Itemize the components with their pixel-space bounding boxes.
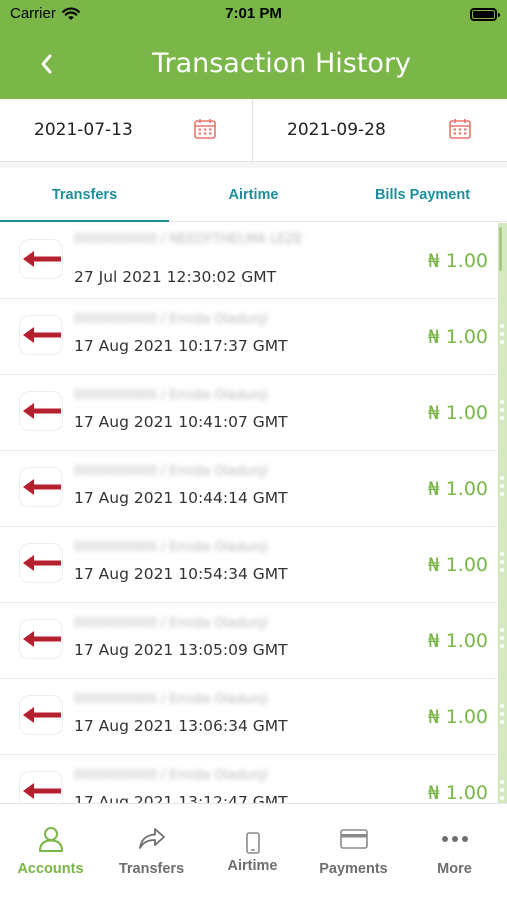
transaction-amount: ₦ 1.00: [427, 250, 488, 272]
tab-airtime[interactable]: Airtime: [169, 168, 338, 222]
transaction-date: 17 Aug 2021 13:06:34 GMT: [74, 717, 288, 735]
nav-more-label: More: [437, 861, 472, 877]
transaction-row[interactable]: 0000000000 / Emida Oladunji 17 Aug 2021 …: [0, 451, 497, 527]
recipient-name: 0000000000 / Emida Oladunji: [74, 540, 268, 555]
scroll-dots: [500, 552, 504, 576]
nav-payments-label: Payments: [319, 861, 388, 877]
nav-more[interactable]: More: [404, 804, 505, 900]
scroll-dots: [500, 476, 504, 500]
list-scrollbar[interactable]: [498, 223, 507, 803]
recipient-name: 0000000000 / Emida Oladunji: [74, 464, 268, 479]
nav-bar: Transaction History: [0, 40, 507, 88]
nav-transfers-label: Transfers: [118, 861, 185, 877]
transaction-amount: ₦ 1.00: [427, 706, 488, 728]
battery-icon: [470, 8, 500, 21]
scrollbar-thumb[interactable]: [499, 227, 502, 271]
transfer-direction-badge: [19, 543, 63, 583]
transaction-date: 17 Aug 2021 13:05:09 GMT: [74, 641, 288, 659]
scroll-dots: [500, 704, 504, 728]
transfer-direction-badge: [19, 695, 63, 735]
tab-transfers[interactable]: Transfers: [0, 168, 169, 222]
start-date-value: 2021-07-13: [34, 120, 133, 140]
arrow-left-icon: [23, 403, 61, 419]
nav-accounts[interactable]: Accounts: [0, 804, 101, 900]
transaction-amount: ₦ 1.00: [427, 554, 488, 576]
transaction-row[interactable]: 0000000000 / Emida Oladunji 17 Aug 2021 …: [0, 679, 497, 755]
recipient-name: 0000000000 / Emida Oladunji: [74, 616, 268, 631]
nav-accounts-label: Accounts: [17, 861, 84, 877]
transfer-direction-badge: [19, 619, 63, 659]
nav-airtime-label: Airtime: [227, 858, 278, 874]
transaction-history-screen: Carrier 7:01 PM Transaction History 2021…: [0, 0, 507, 900]
transaction-date: 17 Aug 2021 10:54:34 GMT: [74, 565, 288, 583]
nav-transfers[interactable]: Transfers: [101, 804, 202, 900]
nav-payments[interactable]: Payments: [303, 804, 404, 900]
status-time: 7:01 PM: [225, 5, 282, 22]
page-title: Transaction History: [151, 48, 412, 79]
arrow-left-icon: [23, 631, 61, 647]
transaction-tabs: Transfers Airtime Bills Payment: [0, 168, 507, 222]
scroll-dots: [500, 324, 504, 348]
phone-icon: [245, 832, 260, 854]
bottom-tab-bar: Accounts Transfers Airtime Payments More: [0, 803, 507, 900]
start-date-field[interactable]: 2021-07-13: [0, 99, 253, 161]
arrow-left-icon: [23, 251, 61, 267]
nav-airtime[interactable]: Airtime: [202, 804, 303, 900]
active-tab-indicator: [0, 220, 169, 222]
transaction-date: 17 Aug 2021 10:44:14 GMT: [74, 489, 288, 507]
person-icon: [38, 827, 63, 852]
transaction-date: 17 Aug 2021 10:17:37 GMT: [74, 337, 288, 355]
transfer-direction-badge: [19, 239, 63, 279]
transaction-date: 27 Jul 2021 12:30:02 GMT: [74, 268, 277, 286]
arrow-left-icon: [23, 555, 61, 571]
calendar-icon[interactable]: [449, 118, 471, 139]
card-icon: [339, 829, 368, 849]
transaction-amount: ₦ 1.00: [427, 782, 488, 803]
transaction-date: 17 Aug 2021 10:41:07 GMT: [74, 413, 288, 431]
transfer-direction-badge: [19, 315, 63, 355]
arrow-left-icon: [23, 707, 61, 723]
transfer-direction-badge: [19, 467, 63, 507]
app-header: Carrier 7:01 PM Transaction History: [0, 0, 507, 99]
share-arrow-icon: [138, 828, 165, 849]
transaction-row[interactable]: 0000000000 / Emida Oladunji 17 Aug 2021 …: [0, 299, 497, 375]
scroll-dots: [500, 780, 504, 804]
calendar-icon[interactable]: [194, 118, 216, 139]
end-date-field[interactable]: 2021-09-28: [254, 99, 507, 161]
transaction-row[interactable]: 0000000000 / NEEDYTHELMA LEZE 27 Jul 202…: [0, 223, 497, 299]
recipient-name: 0000000000 / Emida Oladunji: [74, 312, 268, 327]
transaction-row[interactable]: 0000000000 / Emida Oladunji 17 Aug 2021 …: [0, 755, 497, 803]
recipient-name: 0000000000 / Emida Oladunji: [74, 692, 268, 707]
transfer-direction-badge: [19, 771, 63, 803]
transaction-row[interactable]: 0000000000 / Emida Oladunji 17 Aug 2021 …: [0, 375, 497, 451]
date-filter-row: 2021-07-13 2021-09-28: [0, 99, 507, 162]
recipient-name: 0000000000 / Emida Oladunji: [74, 768, 268, 783]
status-bar: Carrier 7:01 PM: [0, 0, 507, 30]
arrow-left-icon: [23, 327, 61, 343]
recipient-name: 0000000000 / Emida Oladunji: [74, 388, 268, 403]
scroll-dots: [500, 400, 504, 424]
transaction-amount: ₦ 1.00: [427, 630, 488, 652]
end-date-value: 2021-09-28: [287, 120, 386, 140]
transaction-date: 17 Aug 2021 13:12:47 GMT: [74, 793, 288, 803]
transaction-amount: ₦ 1.00: [427, 326, 488, 348]
transaction-amount: ₦ 1.00: [427, 478, 488, 500]
scroll-dots: [500, 628, 504, 652]
transaction-amount: ₦ 1.00: [427, 402, 488, 424]
transaction-list[interactable]: 0000000000 / NEEDYTHELMA LEZE 27 Jul 202…: [0, 223, 507, 803]
transaction-row[interactable]: 0000000000 / Emida Oladunji 17 Aug 2021 …: [0, 527, 497, 603]
tab-bills-payment[interactable]: Bills Payment: [338, 168, 507, 222]
more-dots-icon: [441, 836, 468, 842]
arrow-left-icon: [23, 783, 61, 799]
arrow-left-icon: [23, 479, 61, 495]
transfer-direction-badge: [19, 391, 63, 431]
transaction-row[interactable]: 0000000000 / Emida Oladunji 17 Aug 2021 …: [0, 603, 497, 679]
recipient-name: 0000000000 / NEEDYTHELMA LEZE: [74, 232, 303, 247]
